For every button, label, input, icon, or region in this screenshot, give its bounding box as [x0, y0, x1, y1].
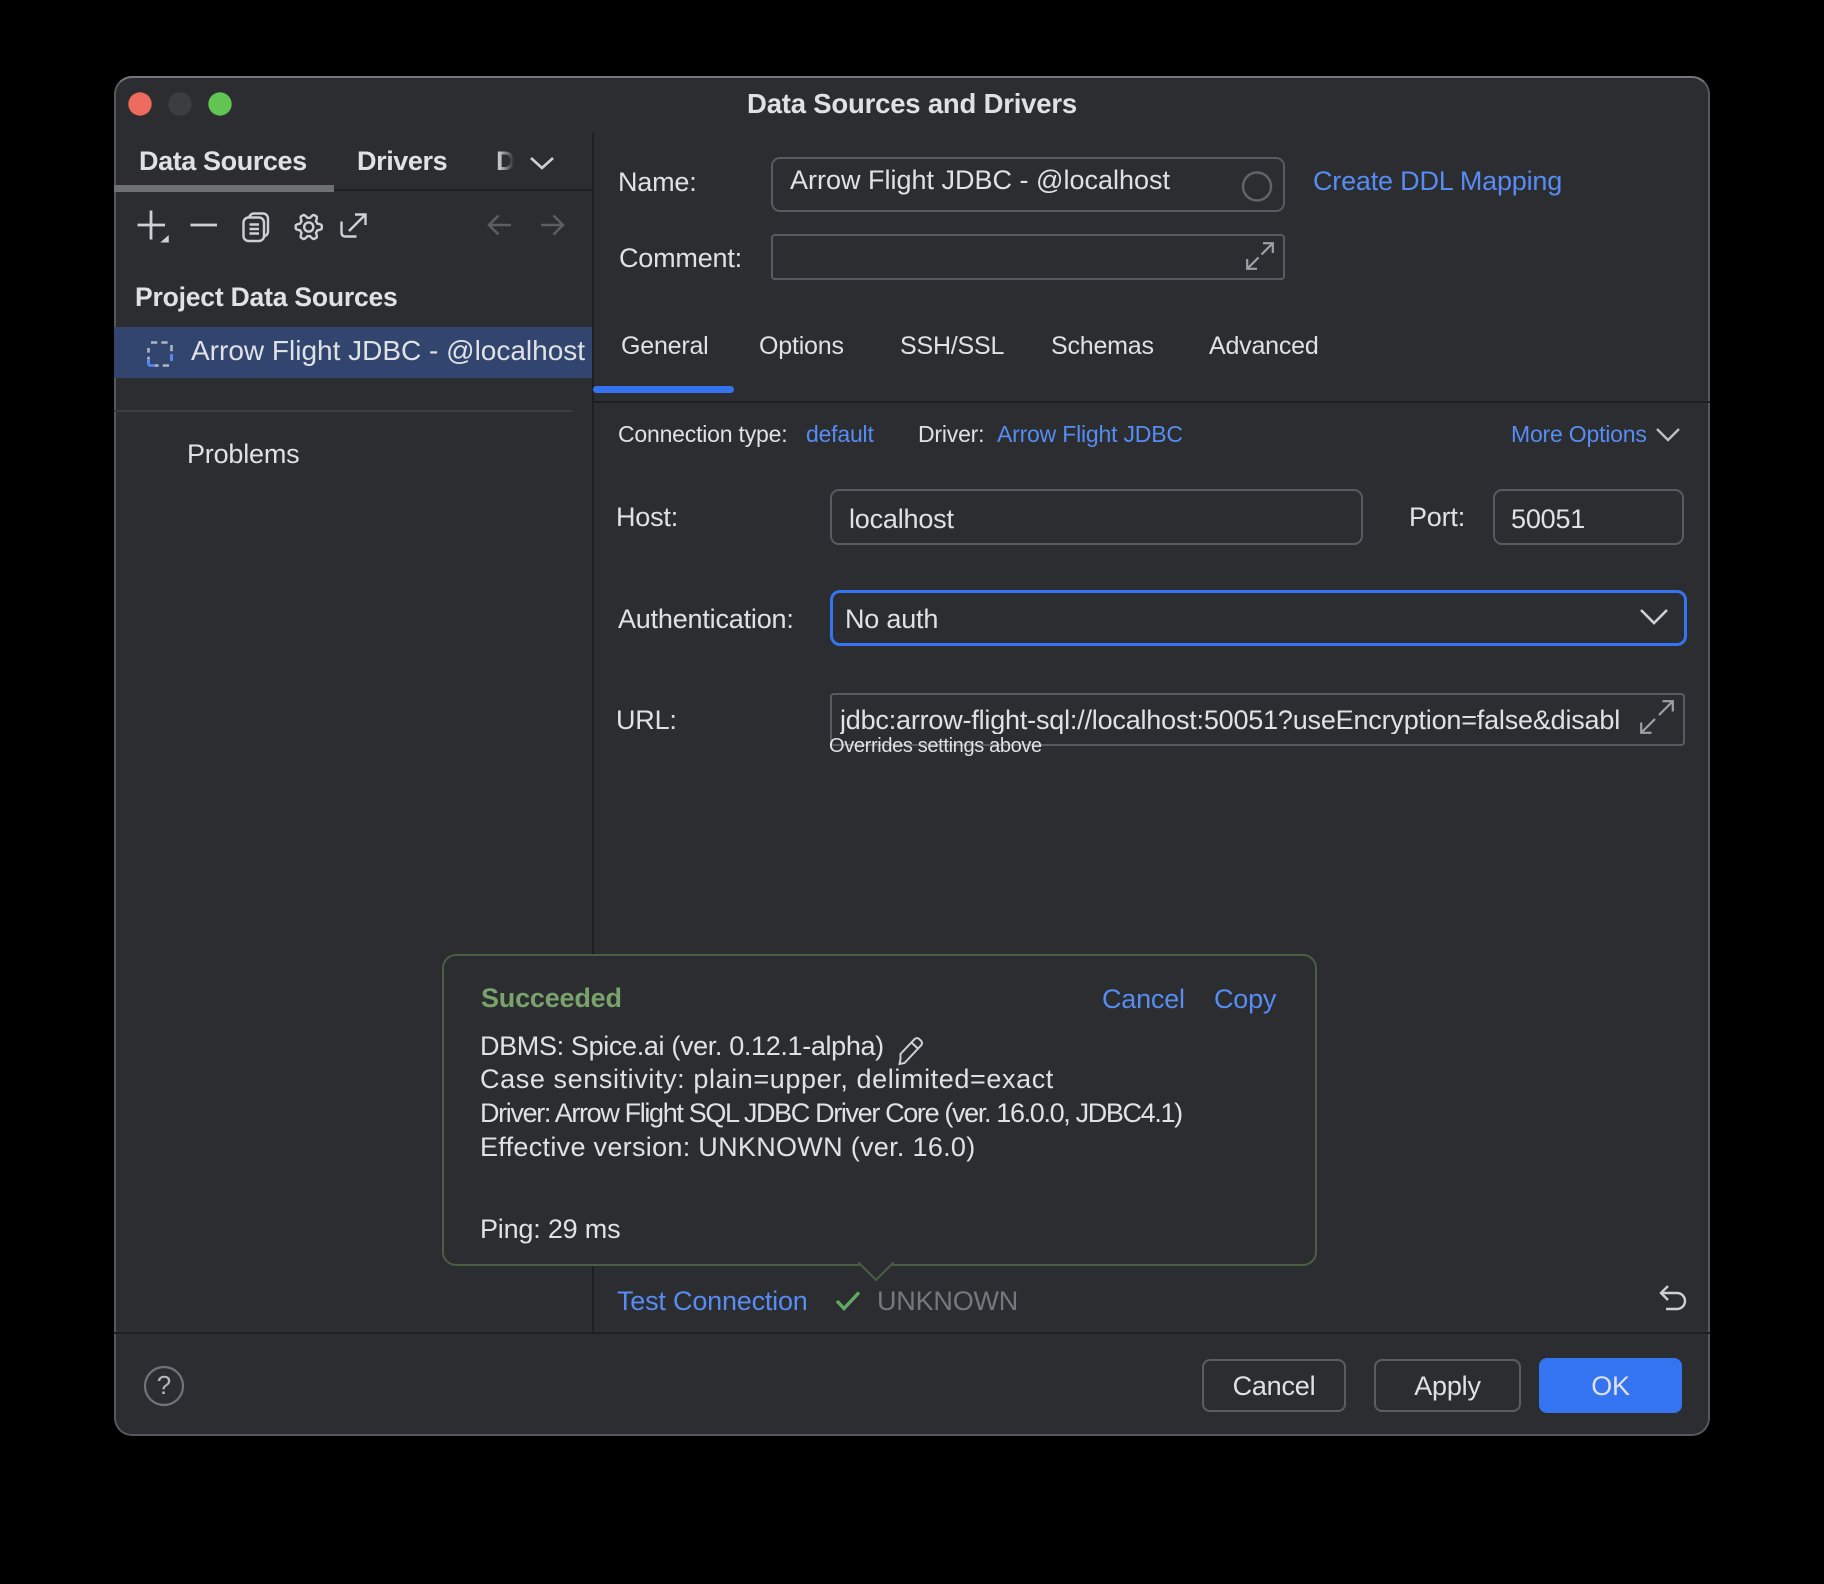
svg-text:?: ?	[157, 1370, 171, 1400]
